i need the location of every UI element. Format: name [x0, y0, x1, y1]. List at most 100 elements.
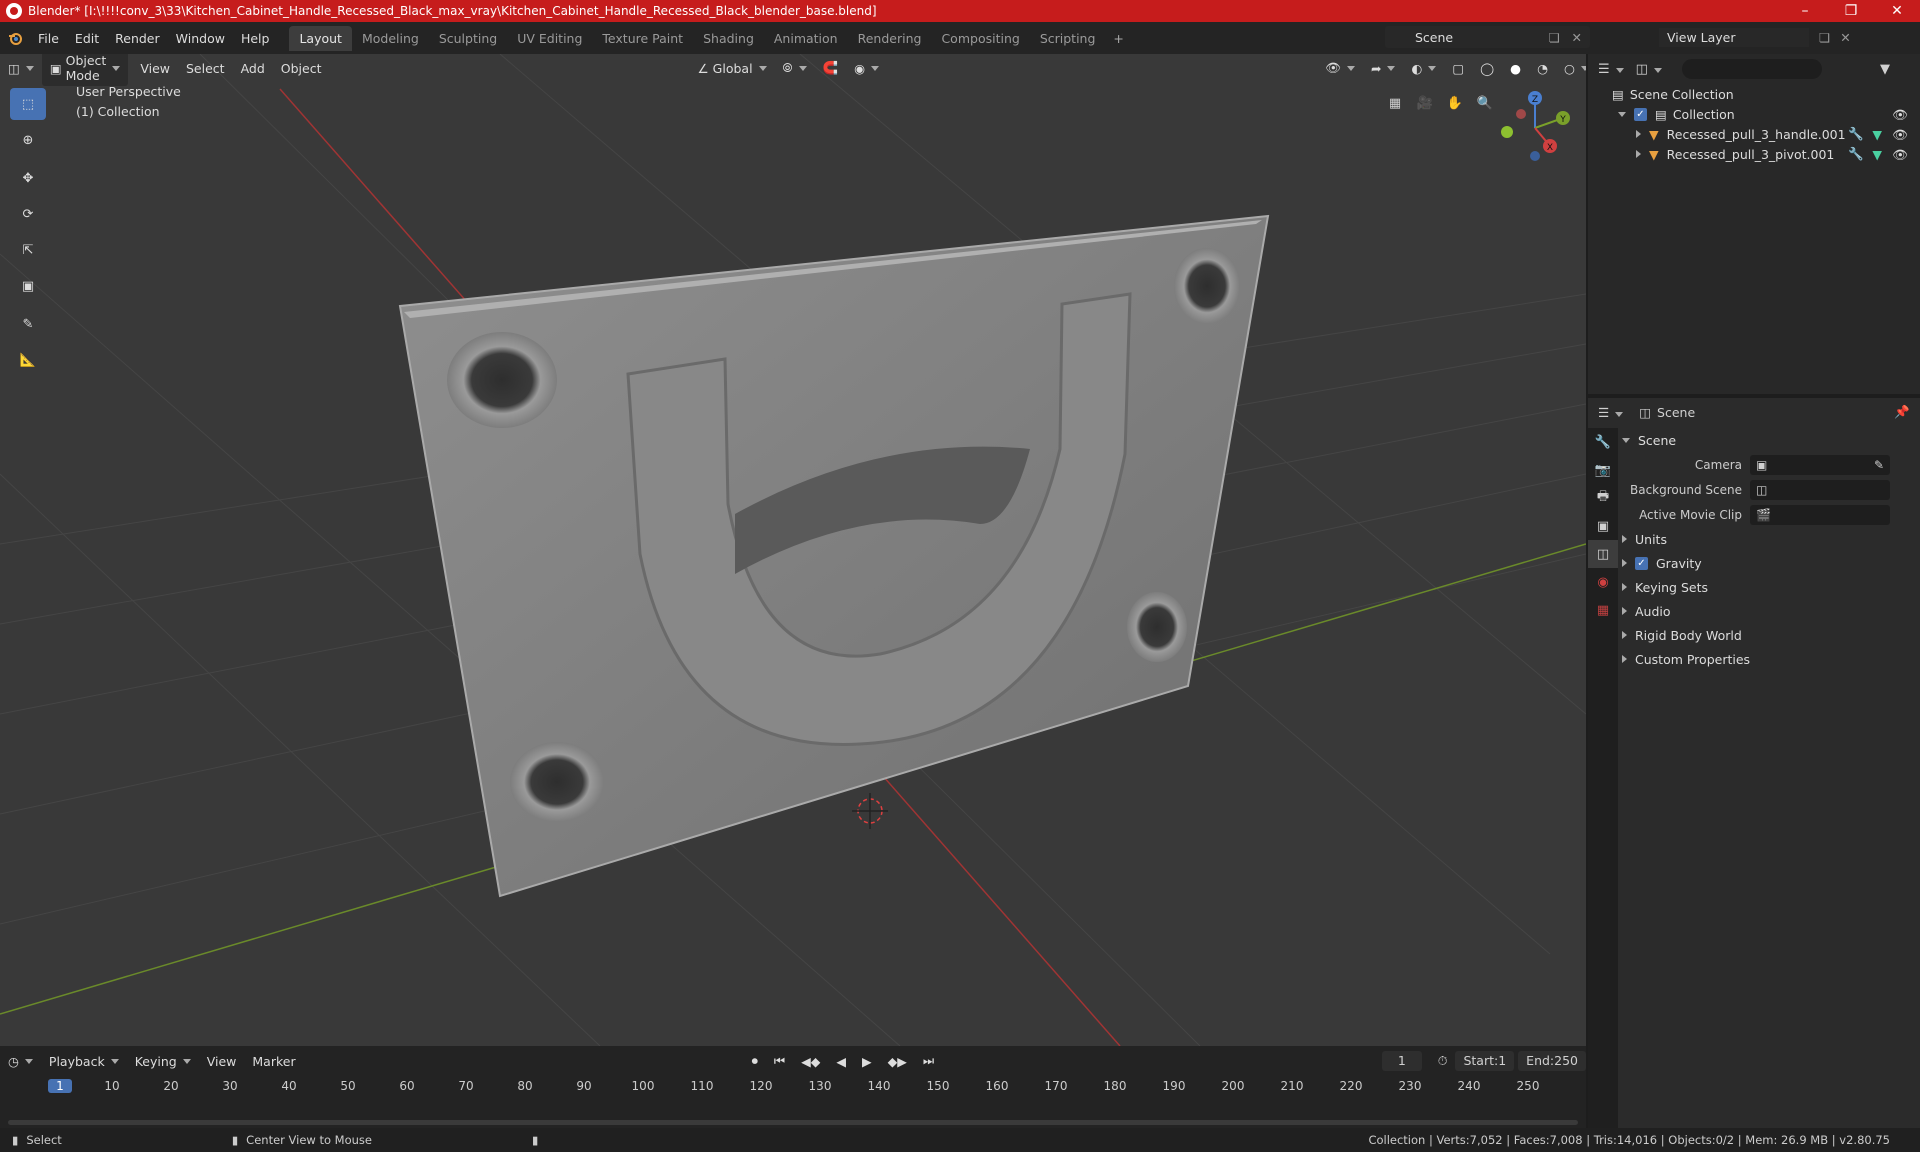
collapse-arrow-icon[interactable] — [1622, 437, 1630, 443]
visibility-eye-icon[interactable]: 👁 — [1892, 127, 1908, 143]
gizmo-toggle-icon[interactable]: ➦ — [1363, 58, 1403, 79]
gravity-checkbox[interactable]: ✓ — [1635, 556, 1648, 570]
tab-compositing[interactable]: Compositing — [931, 26, 1029, 51]
tool-tab-icon[interactable]: 🔧 — [1588, 428, 1618, 456]
outliner-row-object[interactable]: ▼ Recessed_pull_3_pivot.001 🔧 ▼ 👁 — [1588, 144, 1920, 164]
outliner-row-collection[interactable]: ✓ ▤ Collection 👁 — [1588, 104, 1920, 124]
outliner-search-input[interactable] — [1681, 59, 1822, 79]
new-view-layer-icon[interactable]: ❏ — [1819, 30, 1830, 45]
material-shading-icon[interactable]: ◔ — [1529, 58, 1556, 79]
jump-keyframe-back-icon[interactable]: ◀◆ — [793, 1051, 828, 1072]
play-icon[interactable]: ▶ — [854, 1051, 880, 1072]
menu-add[interactable]: Add — [233, 58, 273, 79]
view-layer-selector[interactable]: View Layer ❏ ✕ — [1625, 26, 1895, 48]
close-button[interactable]: ✕ — [1874, 0, 1920, 22]
expand-arrow-icon[interactable] — [1622, 583, 1627, 591]
timeline-scrollbar[interactable] — [8, 1120, 1578, 1125]
rotate-tool-icon[interactable]: ⟳ — [10, 198, 46, 230]
expand-arrow-icon[interactable] — [1622, 559, 1627, 567]
expand-arrow-icon[interactable] — [1636, 150, 1641, 158]
blender-menu-icon[interactable] — [0, 22, 30, 54]
mesh-data-icon[interactable]: ▼ — [1872, 147, 1882, 162]
scale-tool-icon[interactable]: ⇱ — [10, 234, 46, 266]
stopwatch-icon[interactable]: ⏱ — [1438, 1053, 1448, 1069]
properties-editor-type-icon[interactable]: ☰ — [1598, 405, 1624, 420]
proportional-editing-icon[interactable]: ◉ — [846, 58, 887, 79]
tab-shading[interactable]: Shading — [693, 26, 764, 51]
snap-icon[interactable]: 🧲 — [815, 57, 847, 79]
delete-view-layer-icon[interactable]: ✕ — [1840, 30, 1850, 45]
keying-sets-panel-header[interactable]: Keying Sets — [1622, 575, 1920, 599]
menu-file[interactable]: File — [30, 31, 67, 46]
scene-panel-header[interactable]: Scene — [1622, 428, 1920, 452]
view-layer-tab-icon[interactable]: ▣ — [1588, 512, 1618, 540]
annotate-tool-icon[interactable]: ✎ — [10, 308, 46, 340]
frame-ruler[interactable]: 1 10 20 30 40 50 60 70 80 90 100 110 120 130 140 150 160… — [0, 1076, 1586, 1098]
new-scene-icon[interactable]: ❏ — [1549, 30, 1560, 45]
menu-render[interactable]: Render — [107, 31, 168, 46]
outliner-editor-type-icon[interactable]: ☰ — [1598, 62, 1624, 77]
pivot-point-icon[interactable]: ⦾ — [775, 57, 815, 79]
expand-arrow-icon[interactable] — [1622, 655, 1627, 663]
rendered-shading-icon[interactable]: ○ — [1556, 58, 1586, 79]
transform-orientation-dropdown[interactable]: ∠ Global — [689, 58, 774, 79]
expand-arrow-icon[interactable] — [1636, 130, 1641, 138]
select-box-tool-icon[interactable]: ⬚ — [10, 88, 46, 120]
tab-rendering[interactable]: Rendering — [848, 26, 932, 51]
display-mode-icon[interactable]: ◫ — [1636, 62, 1662, 77]
menu-object[interactable]: Object — [273, 58, 330, 79]
jump-keyframe-forward-icon[interactable]: ◆▶ — [880, 1051, 915, 1072]
solid-shading-icon[interactable]: ● — [1502, 58, 1529, 79]
3d-viewport[interactable]: ◫ ▣ Object Mode View Select Add Object ∠… — [0, 54, 1586, 1046]
object-mode-dropdown[interactable]: ▣ Object Mode — [41, 54, 129, 86]
visibility-eye-icon[interactable]: 👁 — [1892, 147, 1908, 163]
expand-arrow-icon[interactable] — [1622, 631, 1627, 639]
pan-view-icon[interactable]: ✋ — [1440, 88, 1470, 118]
collection-checkbox[interactable]: ✓ — [1634, 107, 1647, 121]
scene-selector[interactable]: Scene ❏ ✕ — [1385, 26, 1590, 48]
xray-icon[interactable]: ▢ — [1444, 58, 1472, 79]
modifier-icon[interactable]: 🔧 — [1848, 126, 1864, 142]
camera-view-icon[interactable]: 🎥 — [1410, 88, 1440, 118]
units-panel-header[interactable]: Units — [1622, 527, 1920, 551]
tab-animation[interactable]: Animation — [764, 26, 848, 51]
timeline-view-menu[interactable]: View — [199, 1051, 245, 1072]
jump-end-icon[interactable]: ⏭ — [915, 1050, 942, 1072]
tab-sculpting[interactable]: Sculpting — [429, 26, 507, 51]
tab-scripting[interactable]: Scripting — [1030, 26, 1106, 51]
output-tab-icon[interactable]: 🖶 — [1588, 484, 1618, 512]
timeline-editor-type-icon[interactable]: ◷ — [0, 1051, 41, 1072]
measure-tool-icon[interactable]: 📐 — [10, 344, 46, 376]
play-reverse-icon[interactable]: ◀ — [828, 1051, 854, 1072]
custom-properties-panel-header[interactable]: Custom Properties — [1622, 647, 1920, 671]
outliner-row-scene-collection[interactable]: ▤ Scene Collection — [1588, 84, 1920, 104]
visibility-eye-icon[interactable]: 👁 — [1892, 107, 1908, 123]
expand-arrow-icon[interactable] — [1618, 111, 1626, 117]
maximize-button[interactable]: ❐ — [1828, 0, 1874, 22]
pin-icon[interactable]: 📌 — [1894, 404, 1910, 420]
filter-icon[interactable]: ▼ — [1880, 62, 1890, 77]
tab-texture-paint[interactable]: Texture Paint — [592, 26, 693, 51]
minimize-button[interactable]: – — [1782, 0, 1828, 22]
current-frame-field[interactable]: 1 — [1382, 1051, 1422, 1071]
selectability-icon[interactable]: 👁 — [1317, 57, 1363, 79]
record-button-icon[interactable]: ⏺ — [744, 1050, 766, 1072]
render-tab-icon[interactable]: 📷 — [1588, 456, 1618, 484]
add-workspace-icon[interactable]: + — [1105, 26, 1131, 51]
modifier-icon[interactable]: 🔧 — [1848, 146, 1864, 162]
menu-view[interactable]: View — [132, 58, 178, 79]
active-movie-clip-field[interactable]: 🎬 — [1750, 504, 1890, 525]
expand-arrow-icon[interactable] — [1622, 535, 1627, 543]
tab-uv-editing[interactable]: UV Editing — [507, 26, 592, 51]
keying-menu[interactable]: Keying — [127, 1051, 199, 1072]
audio-panel-header[interactable]: Audio — [1622, 599, 1920, 623]
menu-select[interactable]: Select — [178, 58, 233, 79]
outliner-row-object[interactable]: ▼ Recessed_pull_3_handle.001 🔧 ▼ 👁 — [1588, 124, 1920, 144]
world-tab-icon[interactable]: ◉ — [1588, 568, 1618, 596]
cursor-tool-icon[interactable]: ⊕ — [10, 124, 46, 156]
texture-tab-icon[interactable]: ▦ — [1588, 596, 1618, 624]
delete-scene-icon[interactable]: ✕ — [1572, 30, 1582, 45]
wireframe-shading-icon[interactable]: ◯ — [1472, 58, 1502, 79]
camera-field[interactable]: ▣ ✎ — [1750, 454, 1890, 475]
menu-edit[interactable]: Edit — [67, 31, 107, 46]
